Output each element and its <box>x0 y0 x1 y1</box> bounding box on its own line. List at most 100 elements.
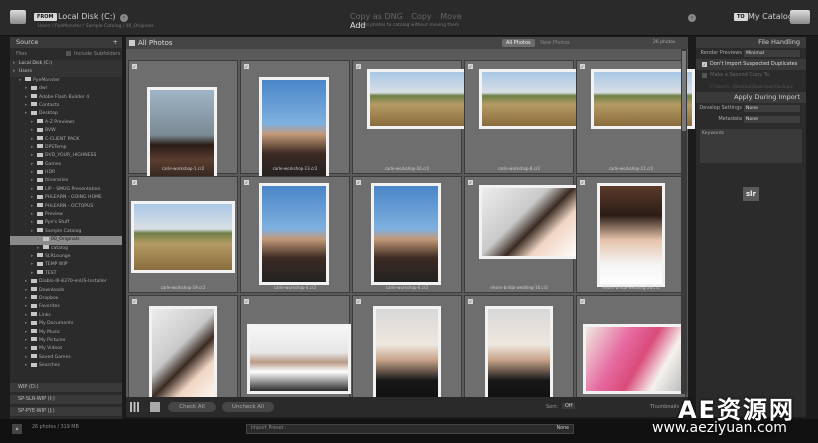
tree-item[interactable]: ▸ My Videos <box>10 345 122 353</box>
photo-checkbox[interactable]: ✓ <box>132 180 137 185</box>
tree-item[interactable]: ▸ Favorites <box>10 303 122 311</box>
include-subfolders-checkbox[interactable] <box>66 51 71 56</box>
tree-item[interactable]: ▸ Adobe Flash Builder 4 <box>10 94 122 102</box>
tree-item[interactable]: ▸ Preview <box>10 211 122 219</box>
photo-checkbox[interactable]: ✓ <box>132 299 137 304</box>
check-all-button[interactable]: Check All <box>168 402 216 412</box>
tree-item[interactable]: ▸ Searches <box>10 362 122 370</box>
tree-item[interactable]: ▸ Saved Games <box>10 354 122 362</box>
import-preset-select[interactable]: Import Preset : None <box>246 424 574 434</box>
tree-item[interactable]: ▸ Pye's Stuff <box>10 219 122 227</box>
tree-item[interactable]: ▸ dwl <box>10 85 122 93</box>
uncheck-all-button[interactable]: Uncheck All <box>222 402 274 412</box>
photo-checkbox[interactable]: ✓ <box>356 64 361 69</box>
file-handling-header[interactable]: File Handling <box>696 37 806 48</box>
mode-move[interactable]: Move <box>440 12 461 21</box>
tree-item[interactable]: ▸ HDR <box>10 169 122 177</box>
from-location[interactable]: Local Disk (C:) <box>58 12 116 21</box>
volume-wip[interactable]: WIP (D:) <box>10 383 122 392</box>
photo-cell[interactable]: ✓ carle-workshop-4.cr2 <box>240 176 350 293</box>
photo-checkbox[interactable]: ✓ <box>356 299 361 304</box>
photo-checkbox[interactable]: ✓ <box>244 180 249 185</box>
select-all-checkbox[interactable] <box>129 40 135 46</box>
tree-item[interactable]: ▸ catalog <box>10 245 122 253</box>
photo-thumbnail[interactable] <box>131 201 235 273</box>
tab-all-photos[interactable]: All Photos <box>502 39 535 47</box>
mode-copy-as-dng[interactable]: Copy as DNG <box>350 12 403 21</box>
tree-item[interactable]: ▸ Desktop <box>10 110 122 118</box>
tree-item[interactable]: ▸ My Documents <box>10 320 122 328</box>
photo-cell[interactable]: ✓ carle-workshop-8.cr2 <box>464 60 583 174</box>
photo-checkbox[interactable]: ✓ <box>244 299 249 304</box>
photo-checkbox[interactable]: ✓ <box>244 64 249 69</box>
photo-checkbox[interactable]: ✓ <box>580 180 585 185</box>
mode-copy[interactable]: Copy <box>411 12 431 21</box>
grid-view-icon[interactable] <box>130 402 140 412</box>
volume-sp-slr-wip[interactable]: SP-SLR-WIP (I:) <box>10 395 122 404</box>
metadata-select[interactable]: None <box>744 116 800 123</box>
tree-item[interactable]: ▸ My Music <box>10 329 122 337</box>
photo-thumbnail[interactable] <box>597 183 665 287</box>
tree-item[interactable]: ▸ Itineraries <box>10 177 122 185</box>
photo-thumbnail[interactable] <box>247 324 351 394</box>
photo-thumbnail[interactable] <box>583 324 687 394</box>
photo-cell[interactable]: ✓ carle-workshop-6.cr2 <box>352 176 462 293</box>
photo-cell[interactable]: ✓ ehsen-bridal-wedding-16.cr2 <box>464 176 583 293</box>
photo-checkbox[interactable]: ✓ <box>580 64 585 69</box>
add-icon[interactable]: + <box>113 37 118 48</box>
photo-cell[interactable]: ✓ carle-workshop-16.cr2 <box>352 60 471 174</box>
source-header[interactable]: Source + <box>10 37 122 48</box>
tree-item[interactable]: ▸ Users <box>10 68 122 77</box>
second-copy-checkbox[interactable] <box>702 73 707 78</box>
tree-item[interactable]: ▸ A-Z Previews <box>10 119 122 127</box>
second-copy-path[interactable]: C:\Users\...\Desktop\Download Backups <box>710 81 793 92</box>
keywords-field[interactable]: Keywords <box>700 129 802 163</box>
tree-item[interactable]: ▸ My Pictures <box>10 337 122 345</box>
tree-item[interactable]: ▸ Dropbox <box>10 295 122 303</box>
tree-item[interactable]: ▸ PyeMonster <box>10 77 122 85</box>
expand-icon[interactable]: ▴ <box>12 424 22 434</box>
photo-thumbnail[interactable] <box>479 185 583 259</box>
tree-item[interactable]: ▸ C-CLIENT PACK <box>10 136 122 144</box>
photo-checkbox[interactable]: ✓ <box>468 299 473 304</box>
tree-item[interactable]: ▸ Contacts <box>10 102 122 110</box>
photo-cell[interactable]: ✓ carle-workshop-11.cr2 <box>576 60 695 174</box>
hard-drive-icon[interactable] <box>10 10 26 24</box>
tree-item[interactable]: ▸ 00_Originals <box>10 236 122 245</box>
tree-item[interactable]: ▸ Games <box>10 161 122 169</box>
tree-item[interactable]: ▸ Downloads <box>10 287 122 295</box>
tree-item[interactable]: ▸ PHLEARN - GOING HOME <box>10 194 122 202</box>
tree-item[interactable]: ▸ LIP - SMUG Presentation <box>10 186 122 194</box>
tree-item[interactable]: ▸ SLRLounge <box>10 253 122 261</box>
photo-checkbox[interactable]: ✓ <box>356 180 361 185</box>
tree-item[interactable]: ▸ PHLEARN - OCTOPUS <box>10 203 122 211</box>
photo-checkbox[interactable]: ✓ <box>468 64 473 69</box>
photo-cell[interactable]: ✓ carle-workshop-13.cr2 <box>240 60 350 181</box>
grid-scrollbar[interactable] <box>681 49 687 394</box>
tab-new-photos[interactable]: New Photos <box>536 39 573 47</box>
tree-item[interactable]: ▸ Sample Catalog <box>10 228 122 236</box>
photo-thumbnail[interactable] <box>367 69 471 129</box>
tree-item[interactable]: ▸ Diablo-III-8370-enUS-Installer <box>10 278 122 286</box>
photo-checkbox[interactable]: ✓ <box>468 180 473 185</box>
photo-cell[interactable]: ✓ carle-workshop-19.cr2 <box>128 176 238 293</box>
tree-item[interactable]: ▸ DPSTemp <box>10 144 122 152</box>
photo-thumbnail[interactable] <box>371 183 441 285</box>
volume-sp-pye-wip[interactable]: SP-PYE-WIP (J:) <box>10 407 122 416</box>
apply-during-import-header[interactable]: Apply During Import <box>696 92 806 103</box>
photo-cell[interactable]: ✓ carle-workshop-1.cr2 <box>128 60 238 193</box>
tree-item[interactable]: ▸ Local Disk (C:) <box>10 60 122 69</box>
tree-item[interactable]: ▸ Links <box>10 312 122 320</box>
render-previews-select[interactable]: Minimal <box>744 50 800 57</box>
sort-select[interactable]: Off <box>562 403 576 409</box>
develop-settings-select[interactable]: None <box>744 105 800 112</box>
scrollbar-thumb[interactable] <box>682 51 686 131</box>
tree-item[interactable]: ▸ DVD_YOUR_HIGHNESS <box>10 152 122 160</box>
tree-item[interactable]: ▸ TEMP WIP <box>10 261 122 269</box>
photo-thumbnail[interactable] <box>591 69 695 129</box>
photo-checkbox[interactable]: ✓ <box>580 299 585 304</box>
tree-item[interactable]: ▸ BVW <box>10 127 122 135</box>
photo-thumbnail[interactable] <box>479 69 583 129</box>
photo-checkbox[interactable]: ✓ <box>132 64 137 69</box>
photo-thumbnail[interactable] <box>259 183 329 285</box>
